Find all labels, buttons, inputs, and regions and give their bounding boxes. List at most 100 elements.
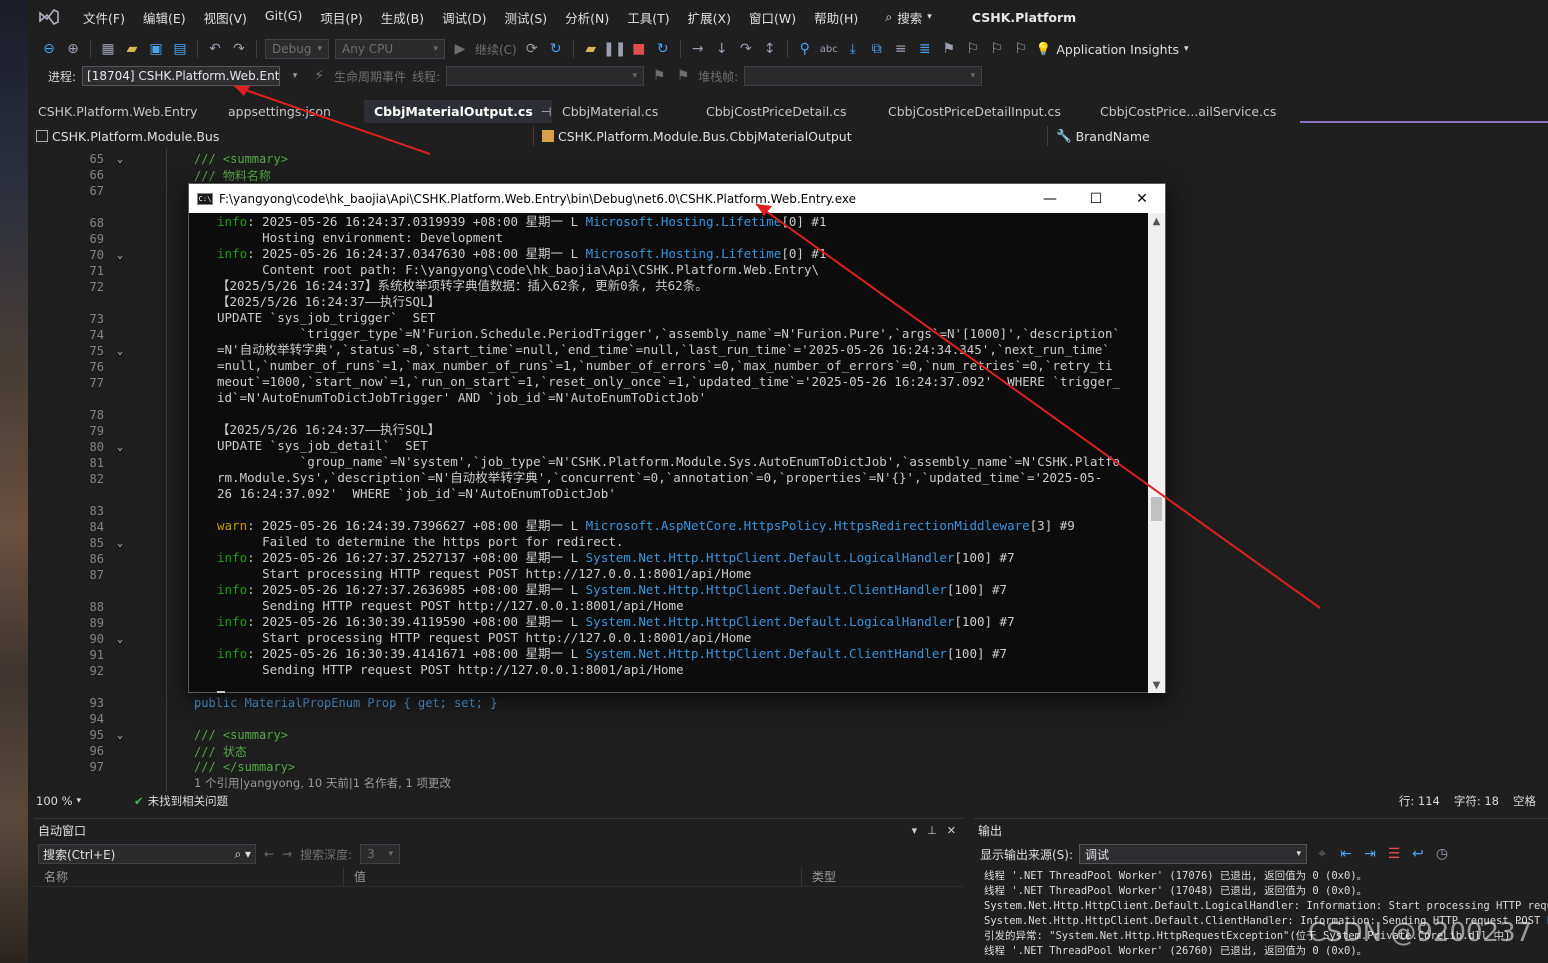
step-over-icon[interactable]: → bbox=[689, 40, 707, 58]
tab-item[interactable]: CbbjCostPriceDetail.cs bbox=[696, 100, 878, 123]
prev-message-icon[interactable]: ⇤ bbox=[1337, 845, 1355, 863]
fold-chevron-icon[interactable]: ⌄ bbox=[104, 346, 136, 357]
fold-chevron-icon[interactable]: ⌄ bbox=[104, 538, 136, 549]
code-line[interactable]: 66 /// 物料名称 bbox=[28, 167, 1548, 183]
console-output[interactable]: info: 2025-05-26 16:24:37.0319939 +08:00… bbox=[189, 213, 1149, 693]
prev-bookmark-icon[interactable]: ⚐ bbox=[964, 40, 982, 58]
window-menu-icon[interactable]: ▾ bbox=[912, 824, 918, 837]
break-all-icon[interactable]: ❚❚ bbox=[603, 40, 626, 58]
tab-item[interactable]: CbbjMaterial.cs bbox=[552, 100, 696, 123]
process-select[interactable]: [18704] CSHK.Platform.Web.Ent bbox=[82, 66, 281, 86]
tab-item[interactable]: CbbjCostPrice...ailService.cs bbox=[1090, 100, 1300, 123]
minimize-button[interactable]: — bbox=[1027, 184, 1073, 213]
project-dropdown[interactable]: CSHK.Platform.Module.Bus bbox=[28, 126, 534, 146]
scroll-thumb[interactable] bbox=[1151, 497, 1162, 521]
application-insights-button[interactable]: 💡 Application Insights ▾ bbox=[1036, 41, 1189, 57]
fold-chevron-icon[interactable]: ⌄ bbox=[104, 442, 136, 453]
step-out-icon[interactable]: ↷ bbox=[737, 40, 755, 58]
undo-icon[interactable]: ↶ bbox=[206, 40, 224, 58]
pin-icon[interactable]: ⊣ bbox=[541, 104, 552, 119]
menu-item[interactable]: 调试(D) bbox=[433, 8, 495, 27]
diagnostics-icon[interactable]: ⚲ bbox=[796, 40, 814, 58]
thread-select[interactable]: ▾ bbox=[446, 66, 645, 86]
continue-button[interactable]: 继续(C) bbox=[475, 41, 517, 58]
line-indicator[interactable]: 行: 114 bbox=[1399, 793, 1440, 809]
char-indicator[interactable]: 字符: 18 bbox=[1454, 793, 1499, 809]
new-project-icon[interactable]: ▦ bbox=[99, 40, 117, 58]
menu-item[interactable]: 文件(F) bbox=[74, 8, 134, 27]
scroll-down-icon[interactable]: ▼ bbox=[1148, 677, 1165, 693]
clear-all-icon[interactable]: ☰ bbox=[1385, 845, 1403, 863]
code-line[interactable]: 1 个引用|yangyong, 10 天前|1 名作者, 1 项更改 bbox=[28, 775, 1548, 791]
type-dropdown[interactable]: CSHK.Platform.Module.Bus.CbbjMaterialOut… bbox=[534, 126, 1048, 146]
search-forward-icon[interactable]: → bbox=[282, 847, 292, 861]
bookmark-icon[interactable]: ⚑ bbox=[940, 40, 958, 58]
whitespace-indicator[interactable]: 空格 bbox=[1513, 793, 1536, 809]
column-value[interactable]: 值 bbox=[344, 866, 802, 887]
menu-item[interactable]: 项目(P) bbox=[311, 8, 371, 27]
tab-item[interactable]: CbbjMaterialOutput.cs⊣✕ bbox=[364, 100, 572, 123]
code-line[interactable]: 94 bbox=[28, 711, 1548, 727]
spell-check-icon[interactable]: abc bbox=[820, 40, 838, 58]
step-into-icon[interactable]: ↓ bbox=[713, 40, 731, 58]
menu-item[interactable]: 编辑(E) bbox=[134, 8, 195, 27]
console-titlebar[interactable]: C:\ F:\yangyong\code\hk_baojia\Api\CSHK.… bbox=[189, 184, 1165, 213]
fold-chevron-icon[interactable]: ⌄ bbox=[104, 634, 136, 645]
issues-indicator[interactable]: ✔ 未找到相关问题 bbox=[134, 793, 228, 809]
console-window[interactable]: C:\ F:\yangyong\code\hk_baojia\Api\CSHK.… bbox=[188, 183, 1166, 693]
menu-item[interactable]: 分析(N) bbox=[556, 8, 618, 27]
code-line[interactable]: 93 public MaterialPropEnum Prop { get; se… bbox=[28, 695, 1548, 711]
search-depth-select[interactable]: 3 ▾ bbox=[360, 844, 401, 864]
find-message-icon[interactable]: ⌖ bbox=[1313, 845, 1331, 863]
scroll-up-icon[interactable]: ▲ bbox=[1148, 213, 1165, 229]
search-button[interactable]: ⌕ 搜索 ▾ bbox=[873, 8, 944, 27]
lifecycle-events-label[interactable]: 生命周期事件 bbox=[334, 68, 406, 85]
fold-chevron-icon[interactable]: ⌄ bbox=[104, 730, 136, 741]
menu-item[interactable]: Git(G) bbox=[256, 8, 312, 27]
comment-icon[interactable]: ≡ bbox=[892, 40, 910, 58]
folder-icon[interactable]: ▰ bbox=[582, 40, 600, 58]
format-icon[interactable]: ⤓ bbox=[844, 40, 862, 58]
flag-all-icon[interactable]: ⚑ bbox=[674, 67, 692, 85]
configuration-select[interactable]: Debug ▾ bbox=[265, 39, 329, 59]
platform-select[interactable]: Any CPU ▾ bbox=[335, 39, 445, 59]
fold-chevron-icon[interactable]: ⌄ bbox=[104, 250, 136, 261]
fold-chevron-icon[interactable]: ⌄ bbox=[104, 154, 136, 165]
uncomment-icon[interactable]: ≣ bbox=[916, 40, 934, 58]
open-file-icon[interactable]: ▰ bbox=[123, 40, 141, 58]
stop-debugging-icon[interactable]: ■ bbox=[630, 40, 648, 58]
column-type[interactable]: 类型 bbox=[802, 867, 950, 887]
timestamp-icon[interactable]: ◷ bbox=[1433, 845, 1451, 863]
close-button[interactable]: ✕ bbox=[1119, 184, 1165, 213]
navigate-back-icon[interactable]: ⊖ bbox=[40, 40, 58, 58]
next-bookmark-icon[interactable]: ⚐ bbox=[988, 40, 1006, 58]
redo-icon[interactable]: ↷ bbox=[230, 40, 248, 58]
code-line[interactable]: 95 ⌄ /// <summary> bbox=[28, 727, 1548, 743]
code-line[interactable]: 96 /// 状态 bbox=[28, 743, 1548, 759]
restart-debugging-icon[interactable]: ↻ bbox=[654, 40, 672, 58]
restart-icon[interactable]: ↻ bbox=[547, 40, 565, 58]
save-icon[interactable]: ▣ bbox=[147, 40, 165, 58]
tab-item[interactable]: CSHK.Platform.Web.Entry bbox=[28, 100, 218, 123]
menu-item[interactable]: 生成(B) bbox=[372, 8, 433, 27]
next-message-icon[interactable]: ⇥ bbox=[1361, 845, 1379, 863]
show-next-statement-icon[interactable]: ↕ bbox=[761, 40, 779, 58]
member-dropdown[interactable]: 🔧 BrandName bbox=[1048, 126, 1528, 146]
zoom-select[interactable]: 100 % ▾ bbox=[36, 794, 126, 808]
word-wrap-icon[interactable]: ↩ bbox=[1409, 845, 1427, 863]
close-icon[interactable]: ✕ bbox=[947, 824, 956, 837]
menu-item[interactable]: 扩展(X) bbox=[679, 8, 740, 27]
save-all-icon[interactable]: ▤ bbox=[171, 40, 189, 58]
autos-search-input[interactable]: 搜索(Ctrl+E) ⌕ ▾ bbox=[38, 844, 256, 864]
tab-item[interactable]: appsettings.json bbox=[218, 100, 364, 123]
menu-item[interactable]: 测试(S) bbox=[495, 8, 556, 27]
tab-item[interactable]: CbbjCostPriceDetailInput.cs bbox=[878, 100, 1090, 123]
hot-reload-icon[interactable]: ⟳ bbox=[523, 40, 541, 58]
menu-item[interactable]: 工具(T) bbox=[618, 8, 678, 27]
lifecycle-events-icon[interactable]: ⚡ bbox=[310, 67, 328, 85]
stack-frame-select[interactable]: ▾ bbox=[744, 66, 983, 86]
compare-icon[interactable]: ⧉ bbox=[868, 40, 886, 58]
column-name[interactable]: 名称 bbox=[34, 866, 344, 887]
flag-thread-icon[interactable]: ⚑ bbox=[650, 67, 668, 85]
navigate-forward-icon[interactable]: ⊕ bbox=[64, 40, 82, 58]
